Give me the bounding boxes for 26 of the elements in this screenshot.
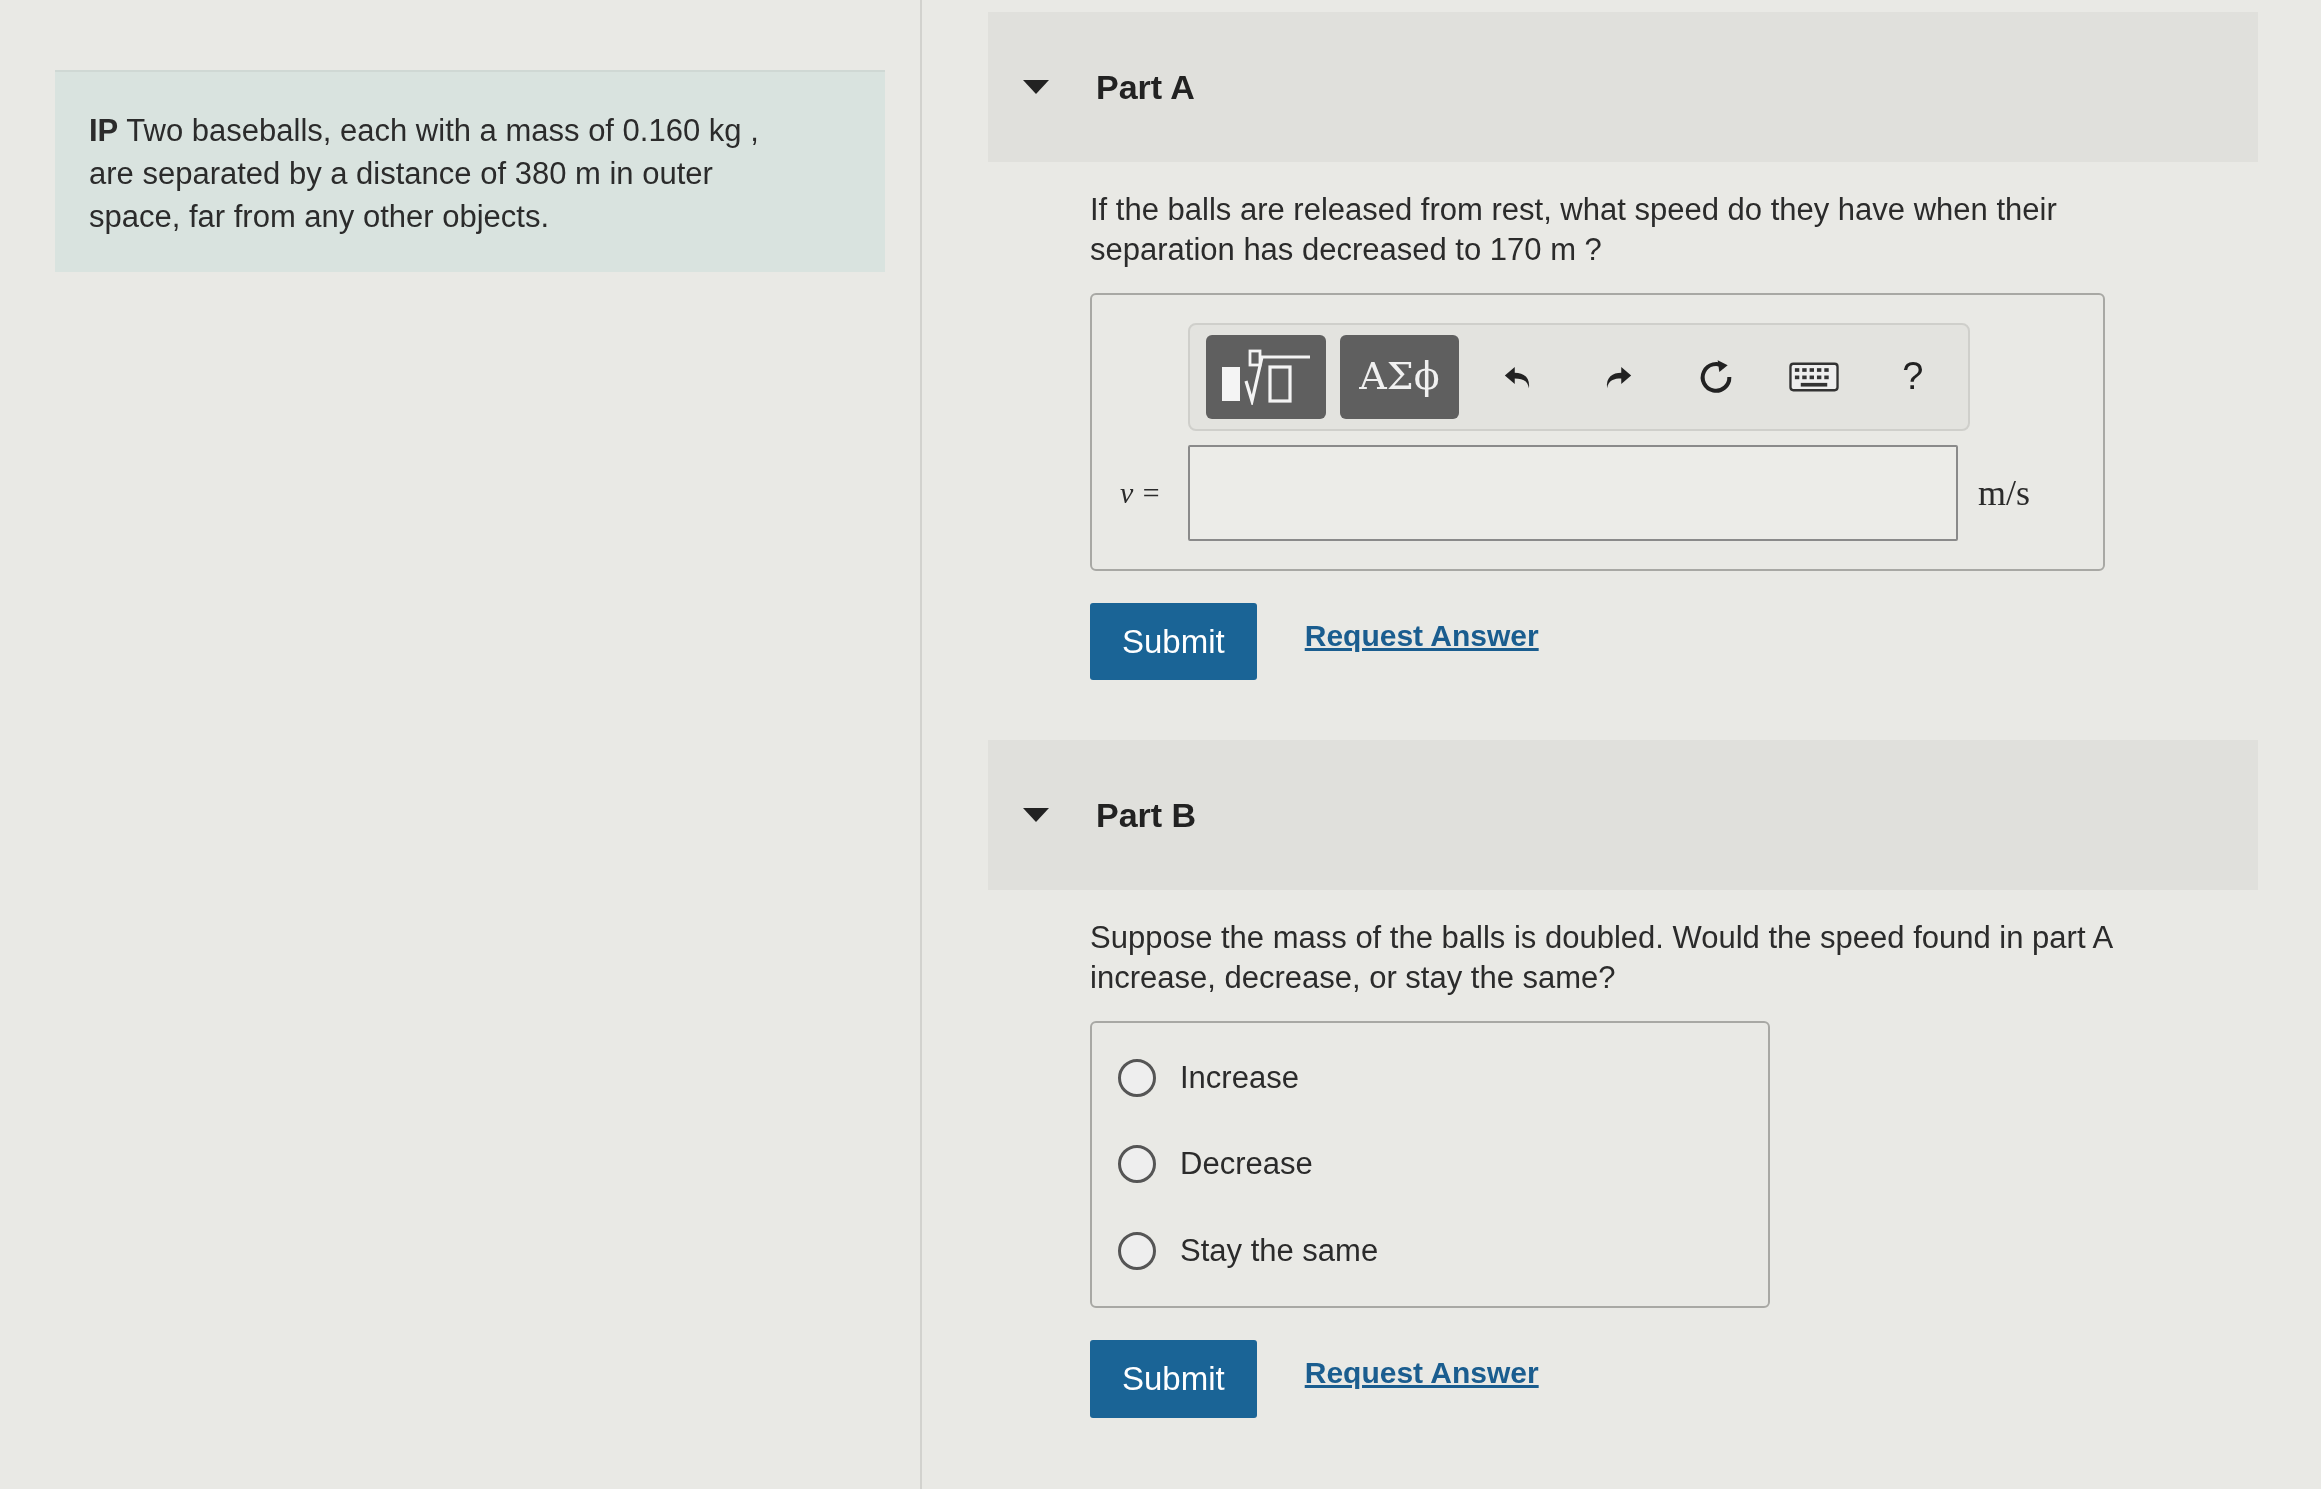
- request-answer-link[interactable]: Request Answer: [1304, 612, 1539, 658]
- part-header[interactable]: Part A: [988, 12, 2258, 162]
- symbols-button[interactable]: ΑΣϕ: [1339, 334, 1460, 419]
- templates-button[interactable]: [1206, 334, 1326, 419]
- help-button[interactable]: ?: [1873, 334, 1952, 419]
- caret-down-icon[interactable]: [1022, 78, 1050, 96]
- option-label[interactable]: Stay the same: [1180, 1227, 1379, 1275]
- templates-icon: [1219, 348, 1312, 405]
- option-label[interactable]: Increase: [1180, 1054, 1299, 1102]
- radio-button[interactable]: [1118, 1058, 1156, 1097]
- submit-button[interactable]: Submit: [1090, 1340, 1257, 1418]
- unit-label: m/s: [1978, 471, 2030, 515]
- keyboard-icon[interactable]: [1789, 361, 1840, 392]
- option-label[interactable]: Decrease: [1180, 1141, 1313, 1188]
- radio-button[interactable]: [1118, 1231, 1156, 1270]
- problem-text: IP Two baseballs, each with a mass of 0.160 kg , are separated by a distance of 380 m in outer space, far from any other objects.: [55, 70, 885, 273]
- submit-button[interactable]: Submit: [1090, 602, 1257, 681]
- radio-button[interactable]: [1118, 1145, 1156, 1184]
- part-header[interactable]: Part B: [988, 740, 2258, 891]
- question-text: Suppose the mass of the balls is doubled. Would the speed found in part A increase, decrease, or stay the same?: [1090, 919, 2113, 998]
- answer-field[interactable]: [1188, 444, 1958, 541]
- part-title: Part A: [1096, 66, 1195, 108]
- request-answer-link[interactable]: Request Answer: [1304, 1350, 1539, 1396]
- question-text: If the balls are released from rest, what speed do they have when their separation has decreased to 170 m ?: [1090, 191, 2058, 270]
- variable-label: v =: [1120, 475, 1163, 512]
- part-title: Part B: [1096, 794, 1197, 836]
